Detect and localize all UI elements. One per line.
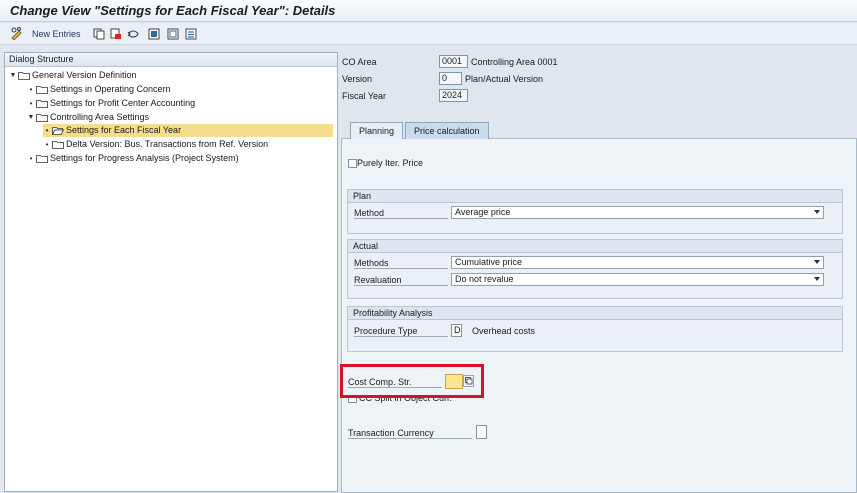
revaluation-value: Do not revalue bbox=[455, 274, 514, 284]
copy-icon[interactable] bbox=[92, 27, 105, 40]
folder-icon bbox=[18, 71, 30, 80]
transaction-currency-checkbox[interactable] bbox=[476, 425, 487, 439]
tree-node-controlling-area-settings[interactable]: ▼ Controlling Area Settings bbox=[27, 111, 150, 124]
purely-iter-price-checkbox[interactable] bbox=[348, 159, 357, 168]
folder-icon bbox=[36, 113, 48, 122]
plan-method-value: Average price bbox=[455, 207, 511, 217]
pencil-glasses-icon[interactable] bbox=[10, 27, 23, 40]
value-help-icon[interactable] bbox=[463, 375, 474, 387]
chevron-down-icon bbox=[814, 210, 820, 214]
folder-icon bbox=[52, 140, 64, 149]
actual-methods-label: Methods bbox=[354, 258, 448, 269]
open-folder-icon bbox=[51, 126, 65, 137]
revaluation-dropdown[interactable]: Do not revalue bbox=[451, 273, 824, 286]
co-area-field[interactable]: 0001 bbox=[439, 55, 468, 68]
tab-planning[interactable]: Planning bbox=[350, 122, 404, 139]
expand-arrow-icon[interactable]: ▼ bbox=[27, 111, 35, 124]
tab-price-calculation[interactable]: Price calculation bbox=[405, 122, 489, 139]
plan-group-title: Plan bbox=[348, 190, 842, 203]
transaction-currency-label: Transaction Currency bbox=[348, 428, 472, 439]
co-area-label: CO Area bbox=[342, 57, 377, 67]
undo-icon[interactable] bbox=[127, 27, 140, 40]
folder-icon bbox=[36, 99, 48, 108]
dialog-structure-panel: Dialog Structure ▼ General Version Defin… bbox=[4, 52, 338, 492]
chevron-down-icon bbox=[814, 260, 820, 264]
plan-method-label: Method bbox=[354, 208, 448, 219]
expand-arrow-icon[interactable]: ▼ bbox=[9, 69, 17, 82]
chevron-down-icon bbox=[814, 277, 820, 281]
procedure-type-label: Procedure Type bbox=[354, 326, 448, 337]
select-block-icon[interactable] bbox=[184, 27, 197, 40]
application-toolbar: New Entries bbox=[0, 23, 857, 45]
folder-icon bbox=[36, 85, 48, 94]
tree-node-label: Settings for Profit Center Accounting bbox=[50, 98, 196, 108]
tree-node-progress-analysis[interactable]: • Settings for Progress Analysis (Projec… bbox=[27, 152, 239, 165]
actual-methods-dropdown[interactable]: Cumulative price bbox=[451, 256, 824, 269]
tree-node-general-version-definition[interactable]: ▼ General Version Definition bbox=[9, 69, 137, 82]
version-description: Plan/Actual Version bbox=[465, 74, 544, 84]
delete-icon[interactable] bbox=[109, 27, 122, 40]
select-all-icon[interactable] bbox=[147, 27, 160, 40]
fiscal-year-field[interactable]: 2024 bbox=[439, 89, 468, 102]
actual-group-title: Actual bbox=[348, 240, 842, 253]
procedure-type-description: Overhead costs bbox=[472, 326, 536, 336]
procedure-type-field[interactable]: D bbox=[451, 324, 462, 337]
tree-node-settings-operating-concern[interactable]: • Settings in Operating Concern bbox=[27, 83, 171, 96]
title-bar: Change View "Settings for Each Fiscal Ye… bbox=[0, 0, 857, 22]
new-entries-button[interactable]: New Entries bbox=[32, 29, 81, 39]
tree-node-label: Delta Version: Bus. Transactions from Re… bbox=[66, 139, 269, 149]
tree-node-settings-each-fiscal-year[interactable]: • Settings for Each Fiscal Year bbox=[43, 124, 333, 137]
cost-comp-str-field[interactable] bbox=[445, 374, 463, 389]
revaluation-label: Revaluation bbox=[354, 275, 448, 286]
tree-node-label: Settings for Progress Analysis (Project … bbox=[50, 153, 239, 163]
tree-node-settings-profit-center[interactable]: • Settings for Profit Center Accounting bbox=[27, 97, 195, 110]
tree-node-label: Settings for Each Fiscal Year bbox=[66, 125, 182, 135]
purely-iter-price-label: Purely Iter. Price bbox=[357, 158, 424, 168]
tree-node-label: Controlling Area Settings bbox=[50, 112, 150, 122]
co-area-description: Controlling Area 0001 bbox=[471, 57, 558, 67]
fiscal-year-label: Fiscal Year bbox=[342, 91, 387, 101]
profitability-group-title: Profitability Analysis bbox=[348, 307, 842, 320]
plan-method-dropdown[interactable]: Average price bbox=[451, 206, 824, 219]
folder-icon bbox=[36, 154, 48, 163]
deselect-icon[interactable] bbox=[166, 27, 179, 40]
tree-node-label: General Version Definition bbox=[32, 70, 137, 80]
tree-node-delta-version[interactable]: • Delta Version: Bus. Transactions from … bbox=[43, 138, 269, 151]
tree-node-label: Settings in Operating Concern bbox=[50, 84, 171, 94]
version-field[interactable]: 0 bbox=[439, 72, 462, 85]
window-title: Change View "Settings for Each Fiscal Ye… bbox=[10, 3, 336, 18]
cost-comp-str-label: Cost Comp. Str. bbox=[348, 377, 442, 388]
dialog-structure-header: Dialog Structure bbox=[5, 53, 337, 67]
actual-methods-value: Cumulative price bbox=[455, 257, 523, 267]
version-label: Version bbox=[342, 74, 373, 84]
actual-group: Actual bbox=[347, 239, 843, 299]
